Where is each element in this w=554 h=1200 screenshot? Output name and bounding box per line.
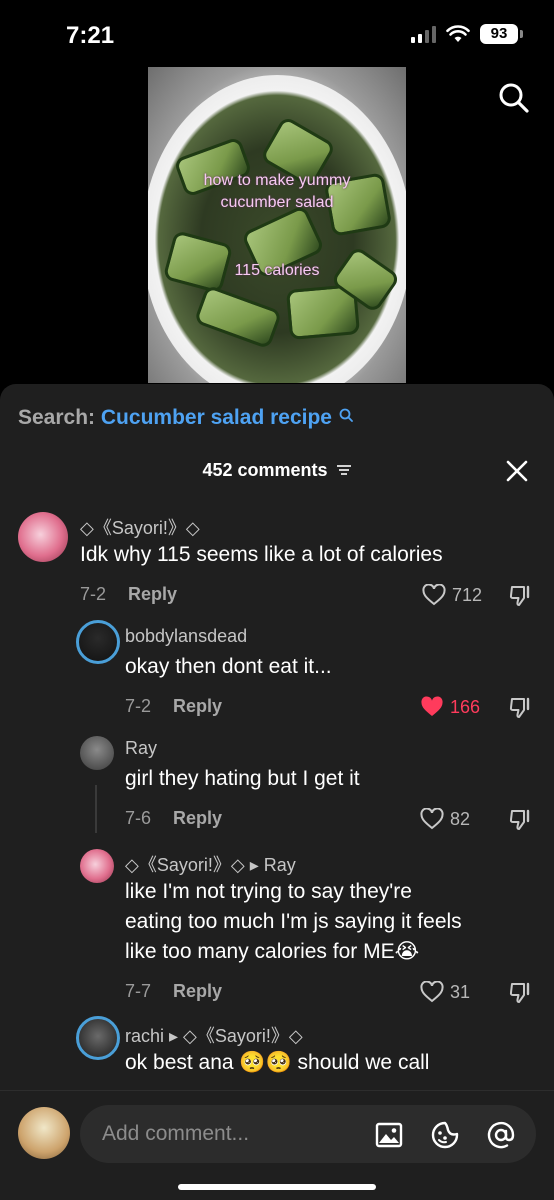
reply-button[interactable]: Reply <box>173 981 222 1001</box>
heart-icon <box>420 808 444 830</box>
video-preview[interactable]: how to make yummy cucumber salad 115 cal… <box>148 67 406 383</box>
close-icon[interactable] <box>506 460 528 482</box>
comments-header: 452 comments <box>0 460 554 481</box>
comment-username[interactable]: ◇《Sayori!》◇ <box>80 514 200 540</box>
comment-text: okay then dont eat it... <box>125 655 332 678</box>
search-icon[interactable] <box>498 82 530 114</box>
status-bar: 7:21 93 <box>0 0 554 70</box>
dislike-icon[interactable] <box>508 808 532 832</box>
comment-text: Idk why 115 seems like a lot of calories <box>80 543 443 566</box>
comment-input[interactable]: Add comment... <box>80 1105 536 1163</box>
search-suggestion[interactable]: Search: Cucumber salad recipe <box>18 406 353 430</box>
avatar[interactable] <box>80 736 114 770</box>
reply-button[interactable]: Reply <box>173 808 222 828</box>
like-count: 166 <box>450 696 481 717</box>
like-count: 712 <box>452 584 483 605</box>
dislike-icon[interactable] <box>508 584 532 608</box>
like-button[interactable]: 82 <box>420 808 470 830</box>
comment-text: eating too much I'm js saying it feels <box>125 910 462 933</box>
comment-username[interactable]: bobdylansdead <box>125 626 247 647</box>
like-button[interactable]: 712 <box>422 584 482 606</box>
comment-text: ok best ana 🥺🥺 should we call <box>125 1051 430 1074</box>
comment-date: 7-7 <box>125 981 152 1001</box>
comment-meta: 7-2 Reply <box>125 696 222 717</box>
comment-date: 7-6 <box>125 808 152 828</box>
video-caption-line: 115 calories <box>234 262 320 279</box>
comment-text: girl they hating but I get it <box>125 767 360 790</box>
heart-filled-icon <box>421 696 443 716</box>
like-count: 31 <box>450 981 471 1002</box>
dislike-icon[interactable] <box>508 981 532 1005</box>
comment-date: 7-2 <box>125 696 152 716</box>
video-caption-line: how to make yummy <box>203 172 351 189</box>
status-time: 7:21 <box>66 22 115 49</box>
user-avatar[interactable] <box>18 1107 70 1159</box>
sort-icon[interactable] <box>336 464 352 476</box>
home-indicator <box>178 1184 376 1190</box>
emoji-sticker-icon[interactable] <box>430 1120 460 1150</box>
thread-line <box>95 785 97 833</box>
wifi-icon <box>446 25 470 42</box>
search-icon <box>339 408 353 422</box>
like-button[interactable]: 31 <box>420 981 470 1003</box>
signal-icon <box>411 25 436 43</box>
mention-icon[interactable] <box>486 1120 516 1150</box>
comment-username[interactable]: Ray <box>125 738 157 759</box>
dislike-icon[interactable] <box>508 696 532 720</box>
comment-date: 7-2 <box>80 584 107 604</box>
reply-button[interactable]: Reply <box>128 584 177 604</box>
search-label: Search: <box>18 406 96 429</box>
image-icon[interactable] <box>374 1120 404 1150</box>
status-icons: 93 <box>411 24 523 44</box>
avatar[interactable] <box>76 1016 120 1060</box>
avatar[interactable] <box>76 620 120 664</box>
search-query-link[interactable]: Cucumber salad recipe <box>101 406 332 429</box>
avatar[interactable] <box>80 849 114 883</box>
reply-button[interactable]: Reply <box>173 696 222 716</box>
avatar[interactable] <box>18 512 68 562</box>
comments-count: 452 comments <box>202 460 328 480</box>
comment-input-placeholder: Add comment... <box>102 1122 250 1145</box>
comment-text: like too many calories for ME😭 <box>125 940 420 963</box>
comment-meta: 7-2 Reply <box>80 584 177 605</box>
video-caption-line: cucumber salad <box>220 194 334 211</box>
comment-text: like I'm not trying to say they're <box>125 880 412 903</box>
comment-username[interactable]: rachi ▸ ◇《Sayori!》◇ <box>125 1022 303 1048</box>
like-button[interactable]: 166 <box>420 696 480 718</box>
comment-meta: 7-6 Reply <box>125 808 222 829</box>
like-count: 82 <box>450 808 471 829</box>
comment-meta: 7-7 Reply <box>125 981 222 1002</box>
heart-icon <box>420 981 444 1003</box>
heart-icon <box>422 584 446 606</box>
comment-username[interactable]: ◇《Sayori!》◇ ▸ Ray <box>125 851 296 877</box>
battery-indicator: 93 <box>480 24 523 44</box>
